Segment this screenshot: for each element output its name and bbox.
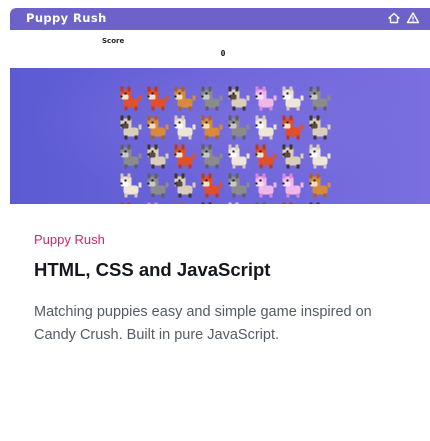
puppy-tile-corgi[interactable] (201, 173, 223, 198)
puppy-board (10, 68, 430, 204)
card-description: Matching puppies easy and simple game in… (34, 304, 372, 343)
score-value: 0 (220, 49, 226, 58)
game-title-bar: Puppy Rush (10, 8, 430, 30)
puppy-tile-schnauzer[interactable] (120, 144, 142, 169)
puppy-tile-corgi[interactable] (255, 144, 277, 169)
puppy-tile-shiba[interactable] (174, 202, 196, 205)
puppy-tile-schnauzer[interactable] (201, 86, 223, 111)
puppy-tile-schnauzer[interactable] (201, 144, 223, 169)
puppy-tile-schnauzer[interactable] (147, 173, 169, 198)
puppy-tile-schnauzer[interactable] (255, 202, 277, 205)
puppy-tile-corgi[interactable] (147, 86, 169, 111)
puppy-tile-schnauzer[interactable] (228, 115, 250, 140)
puppy-tile-pug[interactable] (174, 173, 196, 198)
puppy-tile-pug[interactable] (201, 202, 223, 205)
puppy-tile-maltese[interactable] (174, 115, 196, 140)
card-category: Puppy Rush (34, 232, 105, 247)
puppy-tile-schnauzer[interactable] (228, 173, 250, 198)
puppy-tile-poodle[interactable] (255, 173, 277, 198)
puppy-tile-poodle[interactable] (255, 86, 277, 111)
puppy-tile-maltese[interactable] (120, 173, 142, 198)
card-title: HTML, CSS and JavaScript (34, 259, 271, 280)
puppy-tile-poodle[interactable] (147, 202, 169, 205)
puppy-tile-schnauzer[interactable] (309, 86, 331, 111)
puppy-tile-shiba[interactable] (201, 115, 223, 140)
puppy-tile-shiba[interactable] (147, 115, 169, 140)
score-label: Score (102, 37, 125, 45)
puppy-tile-maltese[interactable] (228, 144, 250, 169)
score-panel: Score 0 (10, 30, 430, 68)
home-icon (388, 12, 400, 24)
puppy-tile-maltese[interactable] (282, 86, 304, 111)
puppy-tile-shiba[interactable] (174, 86, 196, 111)
puppy-tile-corgi[interactable] (120, 202, 142, 205)
puppy-tile-pug[interactable] (282, 144, 304, 169)
puppy-tile-pug[interactable] (147, 144, 169, 169)
puppy-tile-pug[interactable] (309, 115, 331, 140)
puppy-tile-pug[interactable] (120, 115, 142, 140)
puppy-tile-poodle[interactable] (282, 173, 304, 198)
game-preview-image[interactable]: Puppy Rush Score 0 (10, 8, 430, 204)
puppy-tile-maltese[interactable] (228, 202, 250, 205)
project-card[interactable]: Puppy Rush Score 0 Puppy Rush HTML, CSS … (0, 0, 430, 441)
game-title: Puppy Rush (26, 11, 107, 25)
puppy-tile-corgi[interactable] (282, 202, 304, 205)
puppy-tile-pug[interactable] (228, 86, 250, 111)
puppy-tile-shiba[interactable] (309, 173, 331, 198)
puppy-tile-corgi[interactable] (282, 115, 304, 140)
puppy-tile-maltese[interactable] (309, 144, 331, 169)
alert-triangle-icon (406, 12, 420, 24)
puppy-tile-maltese[interactable] (255, 115, 277, 140)
puppy-tile-pug[interactable] (309, 202, 331, 205)
puppy-tile-corgi[interactable] (120, 86, 142, 111)
puppy-tile-corgi[interactable] (174, 144, 196, 169)
puppy-grid (120, 86, 331, 205)
